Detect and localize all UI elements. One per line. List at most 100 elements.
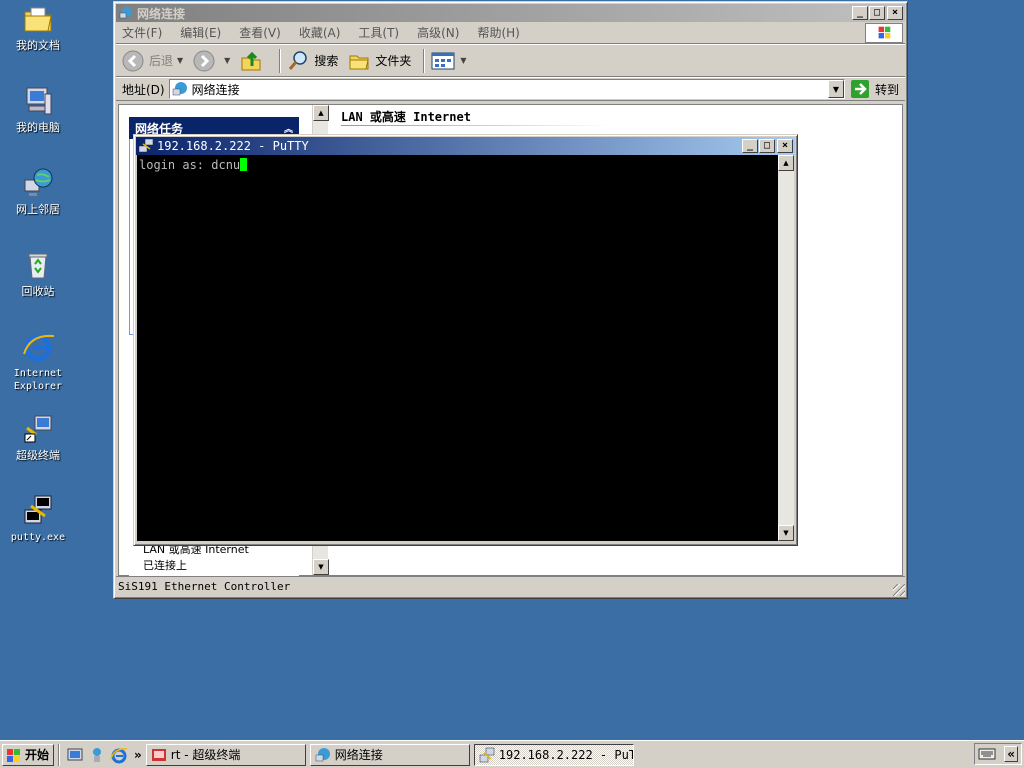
search-button[interactable]: 搜索 xyxy=(287,50,338,72)
desktop-icon-label: 回收站 xyxy=(21,285,55,298)
views-button[interactable]: ▼ xyxy=(431,51,467,71)
minimize-button[interactable]: _ xyxy=(742,139,758,153)
network-globe-icon xyxy=(172,82,187,96)
window-title: 192.168.2.222 - PuTTY xyxy=(157,139,309,153)
taskbar-button-network-connections[interactable]: 网络连接 xyxy=(309,743,470,766)
status-text: SiS191 Ethernet Controller xyxy=(118,580,291,593)
tray-expand-chevron-icon[interactable]: « xyxy=(1004,746,1018,762)
desktop-icon-putty[interactable]: putty.exe xyxy=(4,494,72,544)
terminal-cursor xyxy=(240,158,248,171)
address-input[interactable]: 网络连接 ▼ xyxy=(168,79,845,99)
putty-icon xyxy=(479,747,495,762)
desktop-icon-my-computer[interactable]: 我的电脑 xyxy=(4,84,72,134)
back-button[interactable]: 后退 ▼ xyxy=(122,50,183,72)
network-globe-icon xyxy=(24,168,53,196)
up-button[interactable] xyxy=(240,50,267,72)
close-button[interactable]: × xyxy=(887,6,903,20)
minimize-button[interactable]: _ xyxy=(852,6,868,20)
dropdown-arrow-icon[interactable]: ▼ xyxy=(224,56,230,65)
menu-file[interactable]: 文件(F) xyxy=(122,24,162,41)
collapse-chevron-icon[interactable]: ︽ xyxy=(284,122,293,135)
taskbar-button-label: rt - 超级终端 xyxy=(170,748,241,762)
taskbar-button-label: 网络连接 xyxy=(334,748,383,762)
folder-icon xyxy=(349,55,369,69)
address-dropdown-button[interactable]: ▼ xyxy=(827,80,844,98)
menu-edit[interactable]: 编辑(E) xyxy=(180,24,221,41)
menu-help[interactable]: 帮助(H) xyxy=(477,24,519,41)
taskbar-button-putty[interactable]: 192.168.2.222 - PuTTY xyxy=(473,743,634,766)
putty-icon xyxy=(24,495,52,524)
system-tray: « xyxy=(974,743,1022,765)
dropdown-arrow-icon[interactable]: ▼ xyxy=(460,56,466,65)
desktop-icon-label: 我的文档 xyxy=(16,39,60,52)
folder-up-icon xyxy=(241,51,261,70)
keyboard-icon[interactable] xyxy=(978,747,996,761)
taskbar-button-label: 192.168.2.222 - PuTTY xyxy=(498,747,633,762)
desktop-icon-label: 网上邻居 xyxy=(16,203,60,216)
window-title: 网络连接 xyxy=(137,6,186,21)
quicklaunch-separator xyxy=(58,743,61,766)
desktop-icon-hyperterminal[interactable]: 超级终端 xyxy=(4,412,72,462)
taskbar-button-hyperterminal[interactable]: rt - 超级终端 xyxy=(145,743,306,766)
search-icon xyxy=(289,50,308,70)
quicklaunch-network-icon[interactable] xyxy=(88,746,106,764)
putty-titlebar[interactable]: 192.168.2.222 - PuTTY _ □ × xyxy=(136,137,795,155)
forward-button[interactable]: ▼ xyxy=(193,50,230,72)
menu-tools[interactable]: 工具(T) xyxy=(358,24,399,41)
desktop-icon-recycle-bin[interactable]: 回收站 xyxy=(4,248,72,298)
network-globe-icon xyxy=(315,747,330,761)
network-globe-icon xyxy=(119,7,132,19)
go-button[interactable]: 转到 xyxy=(850,80,899,98)
views-grid-icon xyxy=(431,52,455,69)
desktop-icon-internet-explorer[interactable]: Internet Explorer xyxy=(4,330,72,393)
terminal-screen[interactable]: login as: dcnu xyxy=(137,155,778,541)
maximize-button[interactable]: □ xyxy=(759,139,775,153)
section-heading: LAN 或高速 Internet xyxy=(341,110,471,124)
menu-bar: 文件(F) 编辑(E) 查看(V) 收藏(A) 工具(T) 高级(N) 帮助(H… xyxy=(116,22,905,44)
maximize-button[interactable]: □ xyxy=(869,6,885,20)
menu-advanced[interactable]: 高级(N) xyxy=(417,24,459,41)
folder-icon xyxy=(24,7,52,32)
details-connection-status: 已连接上 xyxy=(143,559,187,572)
putty-icon xyxy=(139,139,153,153)
desktop-icon-label: putty.exe xyxy=(10,532,66,543)
hyperterminal-icon xyxy=(24,415,52,443)
scroll-down-button[interactable]: ▼ xyxy=(778,525,794,541)
desktop-icon-label: Internet Explorer xyxy=(13,368,63,392)
start-button[interactable]: 开始 xyxy=(2,743,55,766)
menu-favorites[interactable]: 收藏(A) xyxy=(299,24,341,41)
scroll-up-button[interactable]: ▲ xyxy=(313,105,329,121)
recycle-bin-icon xyxy=(28,253,48,279)
desktop-icon-network-places[interactable]: 网上邻居 xyxy=(4,166,72,216)
close-button[interactable]: × xyxy=(777,139,793,153)
start-label: 开始 xyxy=(25,748,50,762)
quicklaunch-more-chevron-icon[interactable]: » xyxy=(134,748,142,762)
desktop-icon-my-documents[interactable]: 我的文档 xyxy=(4,2,72,52)
computer-icon xyxy=(26,87,52,115)
hyperterminal-icon xyxy=(151,748,166,761)
show-desktop-icon[interactable] xyxy=(66,746,84,764)
toolbar-separator xyxy=(423,48,426,73)
explorer-titlebar[interactable]: 网络连接 _ □ × xyxy=(116,4,905,22)
scroll-down-button[interactable]: ▼ xyxy=(313,559,329,575)
folders-button[interactable]: 文件夹 xyxy=(348,50,411,72)
address-value: 网络连接 xyxy=(191,82,240,97)
desktop-icon-label: 我的电脑 xyxy=(16,121,60,134)
dropdown-arrow-icon[interactable]: ▼ xyxy=(177,56,183,65)
go-label: 转到 xyxy=(874,82,899,97)
scroll-up-button[interactable]: ▲ xyxy=(778,155,794,171)
internet-explorer-icon[interactable] xyxy=(110,746,128,764)
toolbar-separator xyxy=(279,48,282,73)
section-divider xyxy=(341,125,611,126)
forward-arrow-icon xyxy=(193,50,215,71)
back-arrow-icon xyxy=(122,50,144,71)
terminal-text: login as: dcnu xyxy=(139,158,241,172)
terminal-scrollbar[interactable]: ▲ ▼ xyxy=(778,155,794,541)
windows-logo-icon xyxy=(7,748,20,762)
putty-window[interactable]: 192.168.2.222 - PuTTY _ □ × login as: dc… xyxy=(133,134,798,546)
taskbar: 开始 » rt - 超级终端 网络连接 192.168.2.222 - PuTT… xyxy=(0,740,1024,768)
windows-logo-icon xyxy=(865,23,903,43)
menu-view[interactable]: 查看(V) xyxy=(239,24,281,41)
resize-grip[interactable] xyxy=(893,584,905,596)
desktop-icon-label: 超级终端 xyxy=(16,449,60,462)
